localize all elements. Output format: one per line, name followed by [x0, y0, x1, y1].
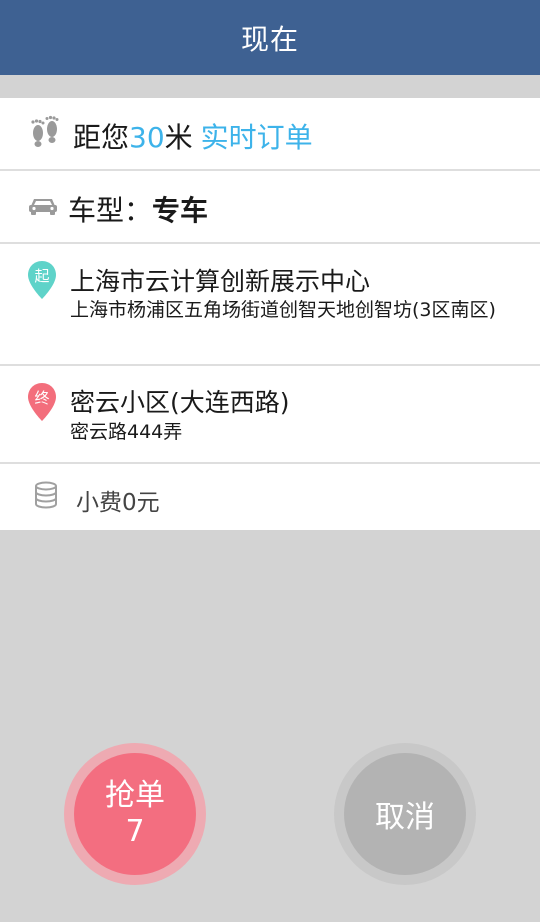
order-type-tag: 实时订单 — [200, 121, 313, 154]
cancel-button[interactable]: 取消 — [344, 753, 466, 875]
car-icon — [29, 199, 57, 215]
start-pin-icon: 起 — [28, 261, 56, 299]
car-type-text: 车型：专车 — [68, 189, 208, 229]
distance-unit: 米 — [164, 121, 193, 154]
svg-text:终: 终 — [34, 389, 49, 407]
end-location-name: 密云小区(大连西路) — [70, 388, 290, 417]
footprints-icon — [31, 115, 59, 147]
distance-row: 距您30米 实时订单 — [0, 98, 540, 171]
tip-row: 小费0元 — [0, 464, 540, 530]
top-bar: 现在 — [0, 0, 540, 75]
car-type-value: 专车 — [152, 194, 209, 227]
end-location-address: 密云路444弄 — [70, 421, 183, 443]
car-type-row: 车型：专车 — [0, 171, 540, 244]
distance-text: 距您30米 实时订单 — [73, 116, 313, 156]
page-title: 现在 — [240, 22, 299, 56]
distance-value: 30 — [129, 121, 165, 154]
start-location-row[interactable]: 起 上海市云计算创新展示中心 上海市杨浦区五角场街道创智天地创智坊(3区南区) — [0, 244, 540, 366]
start-location-name: 上海市云计算创新展示中心 — [70, 267, 371, 296]
grab-order-button[interactable]: 抢单 7 — [74, 753, 196, 875]
coins-icon — [35, 481, 57, 509]
grab-order-countdown: 7 — [125, 814, 145, 849]
start-location-address: 上海市杨浦区五角场街道创智天地创智坊(3区南区) — [70, 299, 496, 321]
car-type-label: 车型： — [68, 194, 153, 227]
distance-prefix: 距您 — [73, 121, 130, 154]
end-location-row[interactable]: 终 密云小区(大连西路) 密云路444弄 — [0, 366, 540, 464]
tip-amount: 小费0元 — [76, 490, 160, 516]
end-pin-icon: 终 — [28, 383, 56, 421]
grab-order-label: 抢单 — [105, 778, 165, 813]
order-detail-card: 距您30米 实时订单 车型：专车 起 上海市云计算创新展示中心 上海市杨浦区五角场… — [0, 98, 540, 530]
cancel-label: 取消 — [375, 800, 435, 835]
svg-text:起: 起 — [34, 267, 49, 285]
